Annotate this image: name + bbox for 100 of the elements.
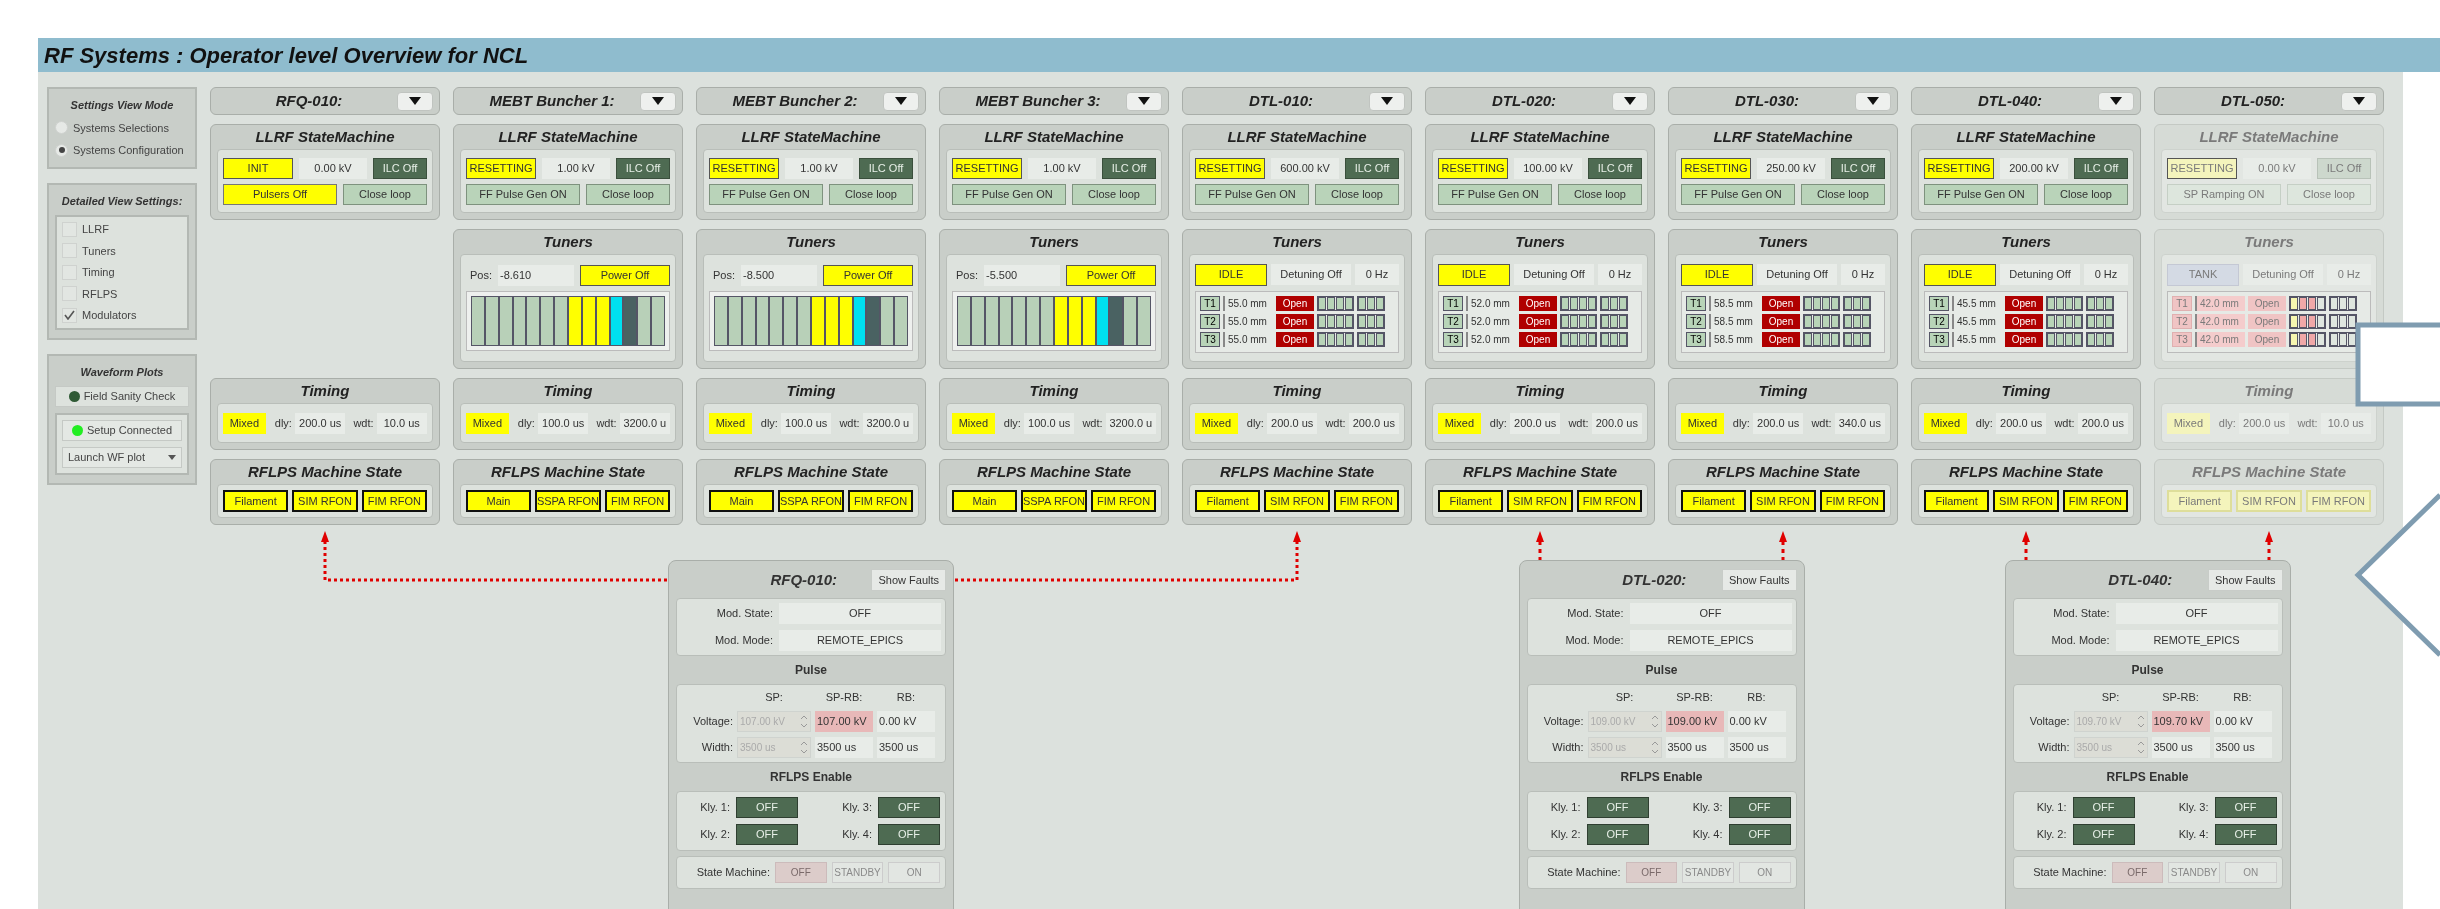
field-label: Mod. Mode:: [1564, 633, 1624, 649]
delay-label: dly:: [1974, 415, 1993, 431]
panel-title: Timing: [785, 381, 837, 401]
klystron-toggle[interactable]: OFF: [2214, 796, 2277, 818]
state-option[interactable]: ON: [1738, 861, 1791, 883]
ilc-button[interactable]: ILC Off: [1831, 157, 1885, 179]
machine-state: FIM RFON: [361, 490, 427, 512]
close-loop-button[interactable]: Close loop: [1558, 183, 1642, 205]
dropdown-button[interactable]: [1612, 91, 1648, 111]
state-option[interactable]: OFF: [775, 861, 827, 883]
check-icon: [64, 310, 75, 321]
klystron-toggle[interactable]: OFF: [736, 796, 798, 818]
close-loop-button[interactable]: Close loop: [1072, 183, 1156, 205]
section-title: Pulse: [794, 662, 828, 679]
readback-field: 0.00 kV: [877, 710, 935, 732]
value-field: 0 Hz: [2084, 264, 2128, 285]
klystron-toggle[interactable]: OFF: [2214, 823, 2277, 845]
close-loop-button[interactable]: Close loop: [2044, 183, 2128, 205]
klystron-toggle[interactable]: OFF: [2072, 823, 2135, 845]
ilc-button[interactable]: ILC Off: [859, 157, 913, 179]
state-option[interactable]: OFF: [1625, 861, 1678, 883]
radio-option[interactable]: Systems Configuration: [55, 142, 189, 159]
launch-plot-dropdown[interactable]: Launch WF plot: [62, 447, 182, 468]
klystron-toggle[interactable]: OFF: [878, 796, 940, 818]
sanity-check-button[interactable]: Field Sanity Check: [55, 386, 189, 407]
show-faults-button[interactable]: Show Faults: [871, 569, 946, 591]
delay-label: dly:: [759, 415, 778, 431]
klystron-toggle[interactable]: OFF: [1586, 823, 1649, 845]
limit-indicator: Open: [1762, 296, 1800, 311]
value-field: 200.0 us: [1752, 412, 1804, 434]
setup-button[interactable]: Setup Connected: [62, 420, 182, 441]
state-option[interactable]: OFF: [2111, 861, 2164, 883]
klystron-label: Kly. 3:: [841, 799, 872, 815]
dropdown-button[interactable]: [2098, 91, 2134, 111]
klystron-toggle[interactable]: OFF: [2072, 796, 2135, 818]
klystron-toggle[interactable]: OFF: [878, 823, 940, 845]
connector-arrow: [2265, 531, 2273, 560]
state-option[interactable]: STANDBY: [2168, 861, 2220, 883]
mode-button[interactable]: Pulsers Off: [223, 183, 337, 205]
mode-button[interactable]: FF Pulse Gen ON: [1195, 183, 1309, 205]
caret-icon: [1867, 97, 1879, 105]
machine-state: FIM RFON: [1819, 490, 1885, 512]
show-faults-button[interactable]: Show Faults: [1721, 569, 1797, 591]
close-loop-button[interactable]: Close loop: [829, 183, 913, 205]
checkbox[interactable]: [62, 307, 77, 323]
mode-button[interactable]: FF Pulse Gen ON: [952, 183, 1066, 205]
radio-button[interactable]: [55, 121, 68, 135]
ilc-button[interactable]: ILC Off: [2074, 157, 2128, 179]
close-loop-button[interactable]: Close loop: [586, 183, 670, 205]
ilc-button[interactable]: ILC Off: [1588, 157, 1642, 179]
state-option[interactable]: STANDBY: [1682, 861, 1734, 883]
klystron-toggle[interactable]: OFF: [736, 823, 798, 845]
mode-button[interactable]: FF Pulse Gen ON: [1438, 183, 1552, 205]
ilc-button[interactable]: ILC Off: [373, 157, 427, 179]
state-option[interactable]: ON: [2224, 861, 2277, 883]
limit-indicator: Open: [1762, 314, 1800, 329]
panel-title: LLRF StateMachine: [1955, 127, 2097, 147]
state-option[interactable]: STANDBY: [831, 861, 884, 883]
close-loop-button[interactable]: Close loop: [343, 183, 427, 205]
dropdown-button[interactable]: [1855, 91, 1891, 111]
delay-label: dly:: [1002, 415, 1021, 431]
limit-indicator: Open: [1276, 314, 1314, 329]
system-title: MEBT Buncher 2:: [731, 90, 859, 111]
mode-button[interactable]: FF Pulse Gen ON: [466, 183, 580, 205]
dropdown-button[interactable]: [883, 91, 919, 111]
tuner-state: IDLE: [1681, 263, 1753, 286]
ilc-button[interactable]: ILC Off: [1102, 157, 1156, 179]
mode-button[interactable]: FF Pulse Gen ON: [709, 183, 823, 205]
panel-title: Settings View Mode: [69, 98, 175, 113]
dropdown-button[interactable]: [2341, 91, 2377, 111]
modulator-title: RFQ-010:: [769, 569, 839, 590]
machine-state: SIM RFON: [2236, 490, 2302, 512]
panel-title: Tuners: [785, 232, 837, 252]
mode-button[interactable]: FF Pulse Gen ON: [1924, 183, 2038, 205]
close-loop-button[interactable]: Close loop: [1315, 183, 1399, 205]
dropdown-button[interactable]: [1369, 91, 1405, 111]
dropdown-button[interactable]: [640, 91, 676, 111]
readback-field: 0.00 kV: [2213, 710, 2272, 732]
klystron-toggle[interactable]: OFF: [1728, 823, 1791, 845]
radio-option[interactable]: Systems Selections: [55, 119, 189, 136]
ilc-button[interactable]: ILC Off: [1345, 157, 1399, 179]
system-title: MEBT Buncher 3:: [974, 90, 1102, 111]
section-title: RFLPS Enable: [1619, 768, 1704, 786]
ilc-button[interactable]: ILC Off: [616, 157, 670, 179]
state-option[interactable]: ON: [888, 861, 940, 883]
mode-button[interactable]: FF Pulse Gen ON: [1681, 183, 1795, 205]
modulator-title: DTL-040:: [2107, 569, 2174, 590]
dropdown-button[interactable]: [1126, 91, 1162, 111]
close-loop-button[interactable]: Close loop: [1801, 183, 1885, 205]
radio-button[interactable]: [55, 143, 68, 157]
value-field: 3200.0 u: [1105, 412, 1156, 434]
machine-state: SIM RFON: [1507, 490, 1573, 512]
limit-indicator: Open: [1276, 296, 1314, 311]
connector-arrow: [2022, 531, 2030, 560]
dropdown-button[interactable]: [397, 91, 433, 111]
value-field: 200.0 us: [1995, 412, 2047, 434]
system-title: RFQ-010:: [274, 90, 344, 111]
klystron-toggle[interactable]: OFF: [1728, 796, 1791, 818]
show-faults-button[interactable]: Show Faults: [2207, 569, 2283, 591]
klystron-toggle[interactable]: OFF: [1586, 796, 1649, 818]
